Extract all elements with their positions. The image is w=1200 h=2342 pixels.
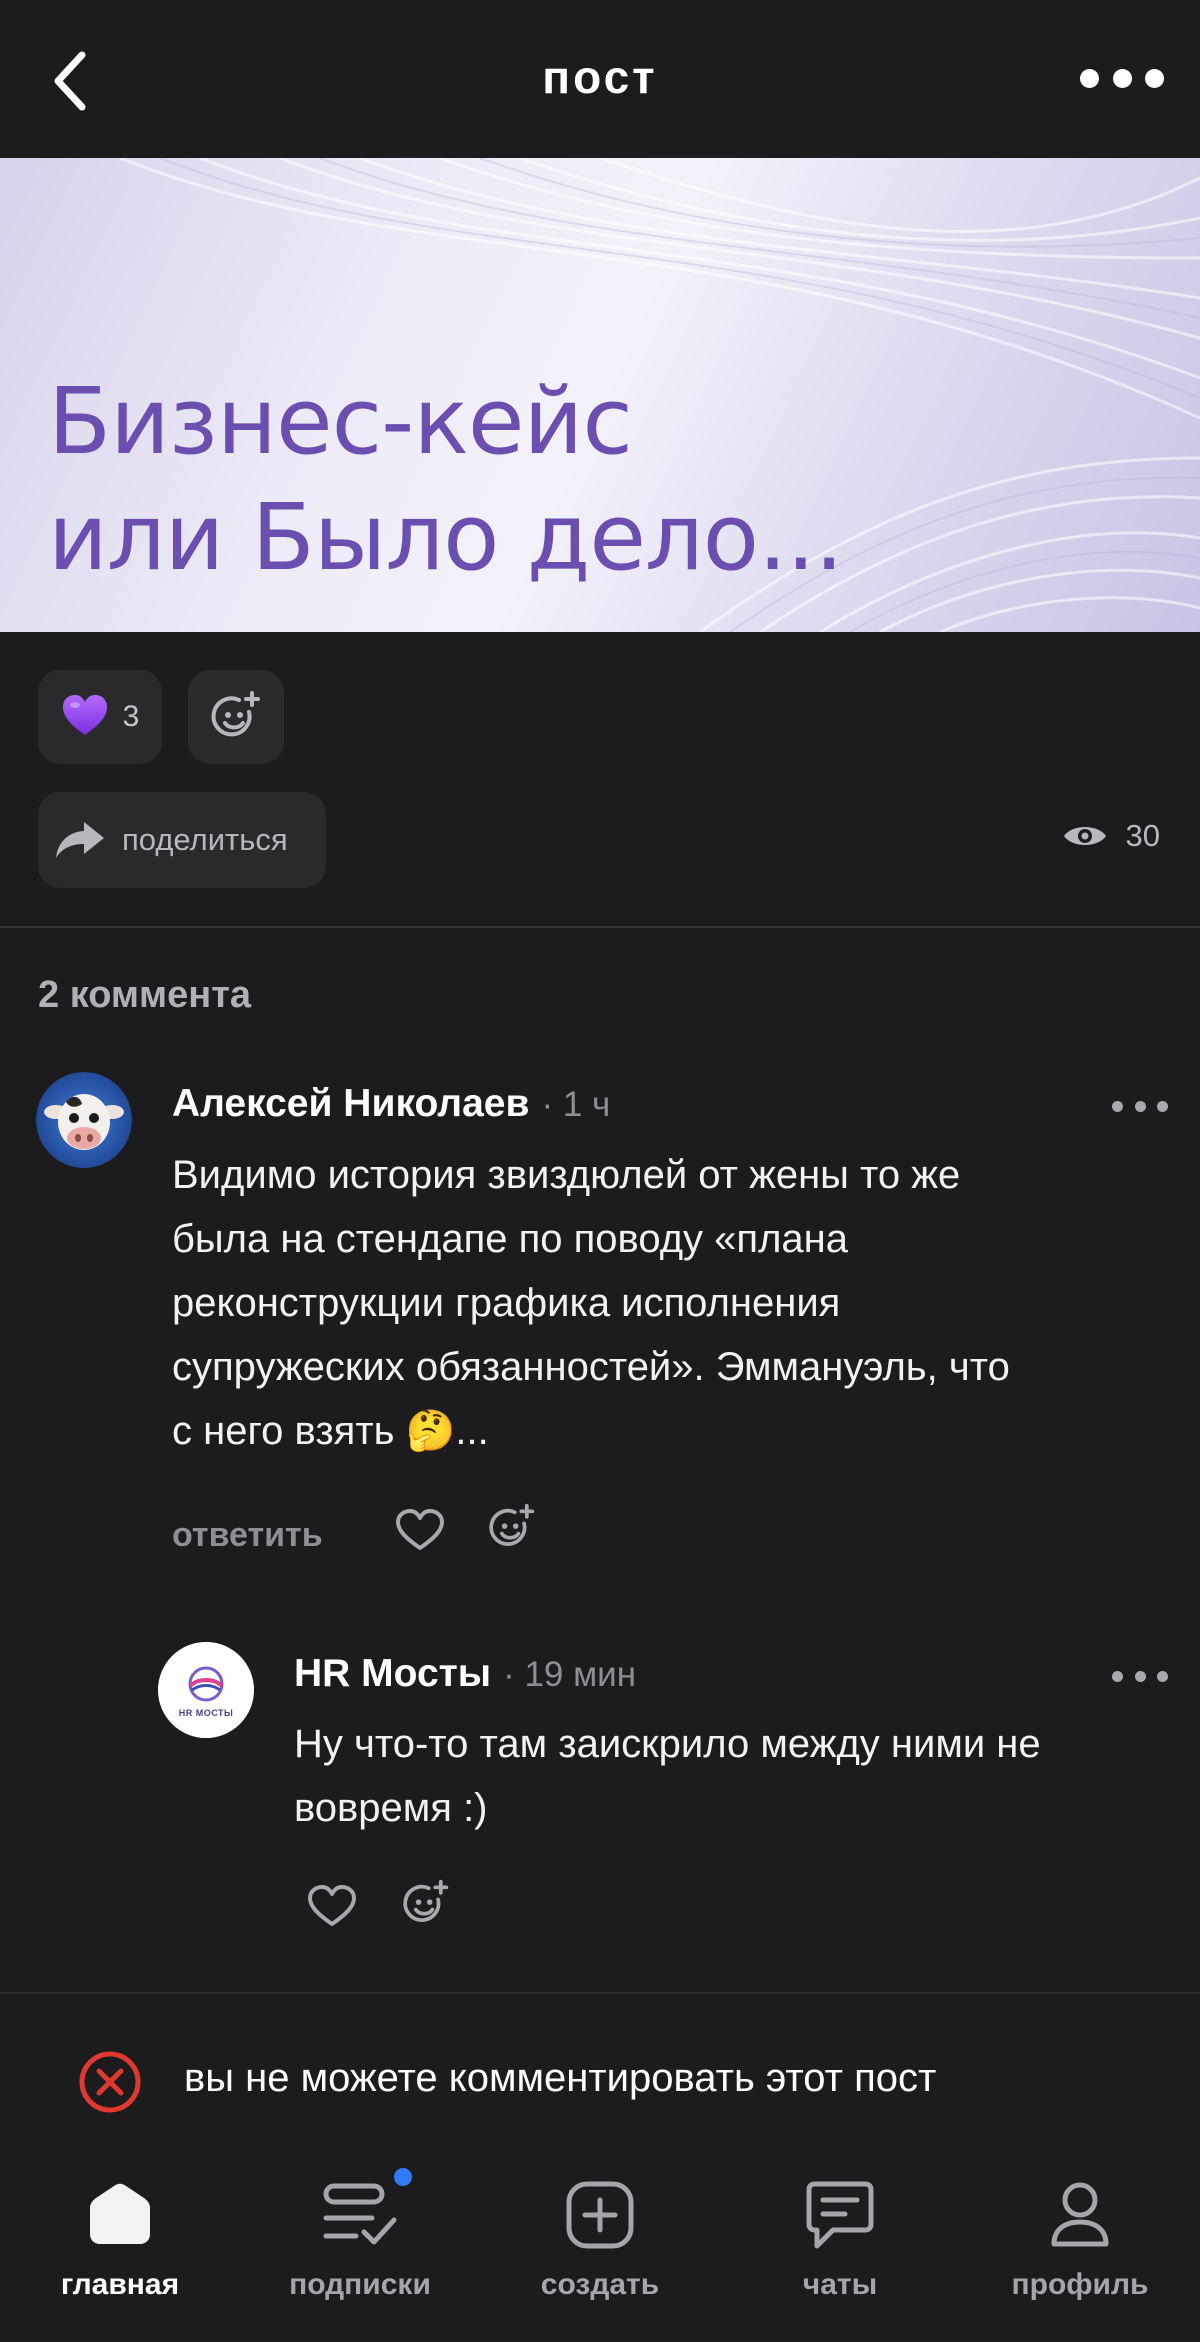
add-emoji-icon: [489, 1503, 535, 1546]
views-counter: 30: [1062, 818, 1160, 854]
comment-author-line: Алексей Николаев · 1 ч: [172, 1082, 610, 1126]
page-title: пост: [542, 51, 658, 103]
comment-like-button[interactable]: [392, 1502, 448, 1558]
divider: [0, 1992, 1200, 1994]
share-arrow-icon: [56, 822, 104, 858]
add-emoji-icon: [211, 691, 260, 737]
comment-add-reaction-button[interactable]: [398, 1876, 454, 1932]
comment-line: Ну что-то там заискрило между ними не: [294, 1722, 1041, 1766]
nav-label: профиль: [1011, 2268, 1149, 2301]
more-dot: [1157, 1100, 1168, 1112]
comment-author-line: HR Мосты · 19 мин: [294, 1652, 636, 1696]
avatar[interactable]: [36, 1072, 132, 1168]
profile-icon: [1048, 2180, 1112, 2255]
heart-outline-icon: [396, 1509, 444, 1550]
hr-mosty-logo-icon: [158, 1642, 254, 1738]
like-reaction-button[interactable]: 3: [38, 670, 162, 764]
nav-item-home[interactable]: главная: [0, 2150, 240, 2342]
comment-line: Видимо история звиздюлей от жены то же: [172, 1153, 961, 1197]
comment-add-reaction-button[interactable]: [484, 1500, 540, 1556]
comment-more-button[interactable]: [1112, 1096, 1168, 1116]
comments-count: 2 коммента: [38, 974, 251, 1016]
banner-line-2: или Было дело...: [48, 484, 844, 591]
comment-line: была на стендапе по поводу «плана: [172, 1217, 848, 1261]
nav-item-chats[interactable]: чаты: [720, 2150, 960, 2342]
error-x-circle-icon: [78, 2050, 142, 2119]
like-count: 3: [122, 700, 140, 733]
comment-like-button[interactable]: [304, 1878, 360, 1934]
avatar-logo-text: HR МОСТЫ: [178, 1708, 234, 1718]
comment-line: реконструкции графика исполнения: [172, 1281, 841, 1325]
more-horizontal-icon: [1112, 1670, 1123, 1682]
nav-item-profile[interactable]: профиль: [960, 2150, 1200, 2342]
nav-item-create[interactable]: создать: [480, 2150, 720, 2342]
comment-author[interactable]: HR Мосты: [294, 1652, 491, 1696]
more-horizontal-icon: [1080, 68, 1099, 88]
divider: [0, 926, 1200, 928]
comment-line: с него взять 🤔...: [172, 1409, 489, 1453]
notification-badge: [394, 2168, 412, 2186]
nav-label: подписки: [289, 2268, 431, 2301]
comment-text: Ну что-то там заискрило между ними не во…: [294, 1712, 1041, 1840]
bottom-navigation: главная подписки создать чаты профиль: [0, 2150, 1200, 2342]
comments-disabled-notice: вы не можете комментировать этот пост: [184, 2056, 937, 2100]
more-dot: [1112, 68, 1132, 88]
subscriptions-icon: [322, 2180, 398, 2253]
home-icon: [86, 2180, 154, 2253]
add-emoji-icon: [403, 1879, 449, 1922]
nav-label: создать: [540, 2268, 660, 2301]
avatar[interactable]: HR МОСТЫ: [158, 1642, 254, 1738]
comment-time: · 19 мин: [503, 1655, 637, 1694]
nav-item-subscriptions[interactable]: подписки: [240, 2150, 480, 2342]
share-button[interactable]: поделиться: [38, 792, 326, 888]
more-options-button[interactable]: [1080, 60, 1164, 96]
comment-author[interactable]: Алексей Николаев: [172, 1082, 529, 1126]
nav-label: главная: [60, 2268, 180, 2301]
more-dot: [1134, 1100, 1146, 1112]
heart-outline-icon: [308, 1885, 356, 1926]
banner-line-1: Бизнес-кейс: [48, 368, 633, 475]
plus-square-icon: [565, 2180, 635, 2255]
comment-more-button[interactable]: [1112, 1666, 1168, 1686]
purple-heart-icon: [61, 693, 109, 742]
more-dot: [1145, 68, 1164, 88]
comment-line: вовремя :): [294, 1786, 488, 1830]
eye-icon: [1063, 827, 1106, 845]
post-banner-image[interactable]: Бизнес-кейс или Было дело...: [0, 158, 1200, 632]
post-screen: пост Бизнес-кейс или Было дело... 3 поде…: [0, 0, 1200, 2342]
chat-icon: [805, 2180, 875, 2257]
more-horizontal-icon: [1112, 1100, 1123, 1112]
add-reaction-button[interactable]: [188, 670, 284, 764]
comment-time: · 1 ч: [541, 1085, 611, 1124]
reply-button[interactable]: ответить: [172, 1516, 323, 1555]
more-dot: [1134, 1670, 1146, 1682]
comment-line: супружеских обязанностей». Эммануэль, чт…: [172, 1345, 1010, 1389]
nav-label: чаты: [802, 2268, 878, 2301]
more-dot: [1157, 1670, 1168, 1682]
comment-text: Видимо история звиздюлей от жены то же б…: [172, 1143, 1010, 1463]
views-count: 30: [1125, 818, 1160, 853]
share-label: поделиться: [122, 822, 288, 857]
header: пост: [0, 0, 1200, 158]
cow-avatar-icon: [36, 1072, 132, 1168]
banner-headline: Бизнес-кейс или Было дело...: [48, 364, 844, 596]
